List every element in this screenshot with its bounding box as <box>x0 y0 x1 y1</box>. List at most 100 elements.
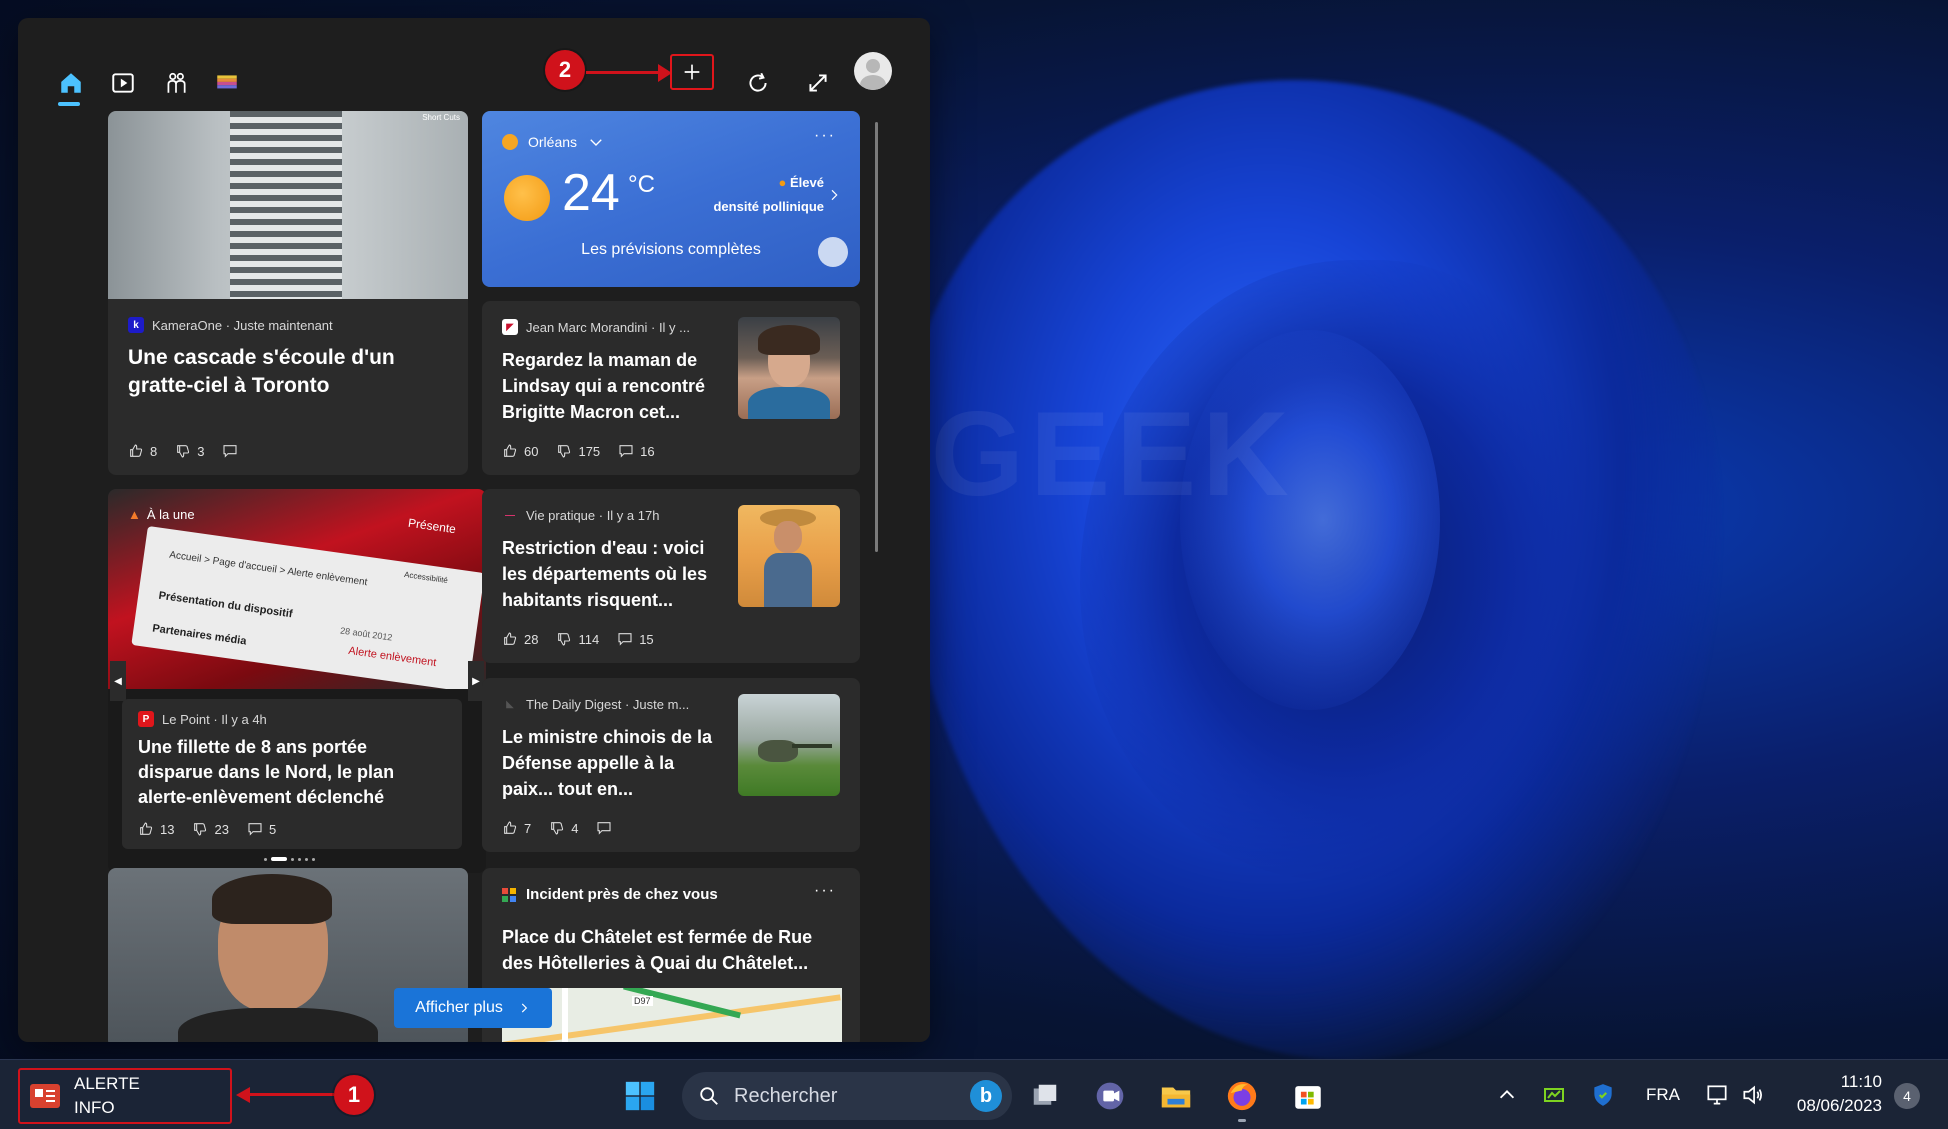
notification-count[interactable]: 4 <box>1894 1083 1920 1109</box>
top-story-tag: ▲ À la une <box>128 507 195 522</box>
clock-date: 08/06/2023 <box>1796 1096 1882 1115</box>
comment-button[interactable]: 15 <box>617 631 654 647</box>
news-headline[interactable]: Restriction d'eau : voici les départemen… <box>502 535 722 613</box>
like-button[interactable]: 7 <box>502 820 531 836</box>
comment-button[interactable]: 5 <box>247 821 276 837</box>
news-image-woman-portrait <box>738 317 840 419</box>
comment-icon <box>248 823 262 836</box>
comment-icon <box>618 633 632 646</box>
task-view-icon <box>1033 1084 1057 1105</box>
morandini-logo: ◤ <box>502 319 518 335</box>
news-card-ministre-chinois[interactable]: ◣ The Daily Digest · Juste m... Le minis… <box>482 678 860 852</box>
news-source: k KameraOne · Juste maintenant <box>128 317 333 333</box>
carousel-previous-button[interactable]: ◀ <box>110 661 126 701</box>
like-button[interactable]: 28 <box>502 631 538 647</box>
bing-icon[interactable]: b <box>970 1080 1002 1112</box>
taskbar-search[interactable]: Rechercher b <box>682 1072 1012 1120</box>
running-indicator <box>1238 1119 1246 1122</box>
traffic-icon <box>502 887 516 902</box>
panel-scrollbar[interactable] <box>875 122 878 552</box>
news-widget-icon <box>30 1084 60 1108</box>
thumbs-up-icon <box>130 444 143 457</box>
network-icon[interactable] <box>1704 1082 1730 1108</box>
weather-card[interactable]: Orléans ··· 24 °C ● Élevé densité pollin… <box>482 111 860 287</box>
comment-button[interactable] <box>596 820 618 836</box>
add-widget-button[interactable] <box>670 54 714 90</box>
home-icon[interactable] <box>56 68 86 98</box>
more-options-icon[interactable]: ··· <box>814 127 836 145</box>
incident-header: Incident près de chez vous <box>502 886 718 903</box>
search-placeholder: Rechercher <box>734 1084 838 1107</box>
incident-headline[interactable]: Place du Châtelet est fermée de Rue des … <box>502 924 842 976</box>
news-headline[interactable]: Le ministre chinois de la Défense appell… <box>502 724 722 802</box>
news-card-alerte-enlevement[interactable]: Accueil > Page d'accueil > Alerte enlève… <box>108 489 486 873</box>
like-button[interactable]: 8 <box>128 443 157 459</box>
dislike-button[interactable]: 175 <box>556 443 600 459</box>
flame-icon: ▲ <box>128 507 141 522</box>
refresh-icon[interactable] <box>743 68 773 98</box>
tray-app-icon[interactable] <box>1542 1083 1566 1107</box>
sports-icon[interactable] <box>161 68 191 98</box>
more-options-icon[interactable]: ··· <box>814 882 836 900</box>
news-source: ◤ Jean Marc Morandini · Il y ... <box>502 319 690 335</box>
partly-sunny-icon <box>502 134 518 150</box>
volume-icon[interactable] <box>1740 1082 1766 1108</box>
chevron-right-icon <box>521 1003 528 1013</box>
news-stats: 7 4 <box>502 820 618 836</box>
news-stats: 28 114 15 <box>502 631 654 647</box>
image-caption: Short Cuts <box>422 113 460 122</box>
thumbs-up-icon <box>140 822 153 835</box>
profile-avatar[interactable] <box>854 52 892 90</box>
video-icon[interactable] <box>108 68 138 98</box>
comment-button[interactable] <box>222 443 244 459</box>
news-headline[interactable]: Une fillette de 8 ans portée disparue da… <box>138 735 438 810</box>
palette-icon[interactable] <box>212 68 242 98</box>
shield-icon[interactable] <box>1590 1082 1616 1108</box>
incident-map[interactable]: D97 <box>502 988 842 1042</box>
news-stats: 13 23 5 <box>138 821 276 837</box>
kameraone-logo: k <box>128 317 144 333</box>
chevron-down-icon <box>590 139 602 146</box>
news-card-cascade[interactable]: Short Cuts k KameraOne · Juste maintenan… <box>108 111 468 475</box>
news-source: P Le Point · Il y a 4h <box>138 711 267 727</box>
arrow-to-add-button <box>586 71 660 74</box>
expand-icon[interactable] <box>803 68 833 98</box>
teams-chat-button[interactable] <box>1090 1076 1130 1116</box>
comment-button[interactable]: 16 <box>618 443 655 459</box>
microsoft-store-button[interactable] <box>1288 1076 1328 1116</box>
chevron-right-icon[interactable] <box>826 187 842 203</box>
news-headline[interactable]: Une cascade s'écoule d'un gratte-ciel à … <box>128 344 448 400</box>
news-headline[interactable]: Regardez la maman de Lindsay qui a renco… <box>502 347 722 425</box>
start-button[interactable] <box>620 1076 660 1116</box>
news-card-morandini[interactable]: ◤ Jean Marc Morandini · Il y ... Regarde… <box>482 301 860 475</box>
plus-icon <box>684 64 700 80</box>
file-explorer-button[interactable] <box>1156 1076 1196 1116</box>
firefox-button[interactable] <box>1222 1076 1262 1122</box>
dislike-button[interactable]: 114 <box>556 631 599 647</box>
task-view-button[interactable] <box>1025 1076 1065 1116</box>
pollen-info[interactable]: ● Élevé densité pollinique <box>713 171 824 219</box>
thumbs-down-icon <box>558 633 571 646</box>
show-more-button[interactable]: Afficher plus <box>394 988 552 1028</box>
clock-time: 11:10 <box>1840 1072 1882 1091</box>
dislike-button[interactable]: 3 <box>175 443 204 459</box>
carousel-page-dots[interactable] <box>264 857 315 861</box>
folder-icon <box>1161 1087 1191 1108</box>
news-source: ◣ The Daily Digest · Juste m... <box>502 696 689 712</box>
news-card-restriction-eau[interactable]: — Vie pratique · Il y a 17h Restriction … <box>482 489 860 663</box>
like-button[interactable]: 60 <box>502 443 538 459</box>
like-button[interactable]: 13 <box>138 821 174 837</box>
clock[interactable]: 11:10 08/06/2023 <box>1790 1070 1882 1118</box>
chevron-up-icon[interactable] <box>1496 1084 1518 1106</box>
language-indicator[interactable]: FRA <box>1646 1085 1680 1105</box>
road-label: D97 <box>632 996 653 1006</box>
lepoint-logo: P <box>138 711 154 727</box>
forecast-link[interactable]: Les prévisions complètes <box>482 241 860 259</box>
thumbs-down-icon <box>551 822 564 835</box>
widgets-button[interactable]: ALERTE INFO <box>18 1068 232 1124</box>
dislike-button[interactable]: 4 <box>549 820 578 836</box>
dislike-button[interactable]: 23 <box>192 821 229 837</box>
weather-thumb-icon <box>818 237 848 267</box>
weather-location[interactable]: Orléans <box>502 133 605 151</box>
news-stats: 60 175 16 <box>502 443 655 459</box>
